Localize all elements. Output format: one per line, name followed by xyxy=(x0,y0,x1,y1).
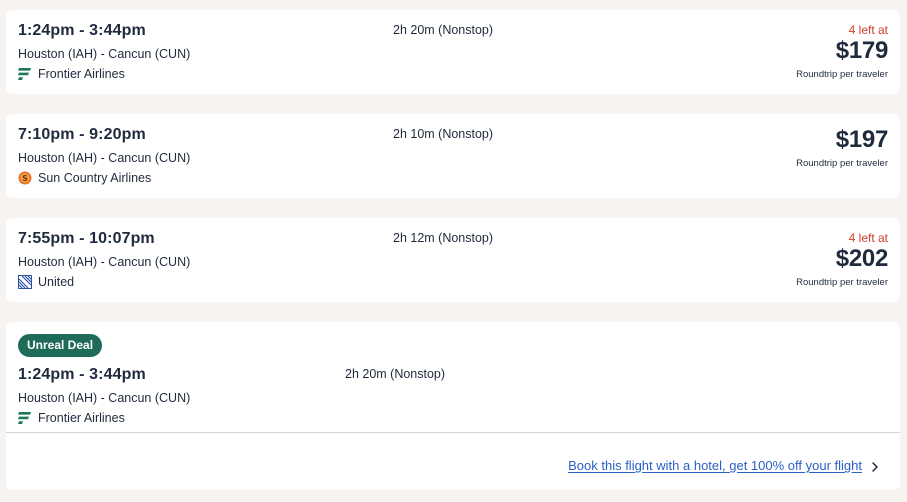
flight-card-4[interactable]: Unreal Deal 1:24pm - 3:44pm Houston (IAH… xyxy=(6,322,900,490)
frontier-logo-icon xyxy=(18,411,32,425)
sun-country-logo-icon: S xyxy=(18,171,32,185)
seats-left-notice: 4 left at xyxy=(848,231,888,245)
airline-name: Frontier Airlines xyxy=(38,411,125,425)
airline-info: S Sun Country Airlines xyxy=(18,171,151,185)
deal-badge: Unreal Deal xyxy=(18,334,103,357)
flight-price: $179 xyxy=(835,37,889,64)
flight-route: Houston (IAH) - Cancun (CUN) xyxy=(18,255,191,269)
frontier-logo-icon xyxy=(18,67,32,81)
airline-info: Frontier Airlines xyxy=(18,411,125,425)
airline-info: United xyxy=(18,275,74,289)
flight-duration: 2h 20m (Nonstop) xyxy=(345,367,446,381)
airline-name: Sun Country Airlines xyxy=(38,171,152,185)
flight-duration: 2h 12m (Nonstop) xyxy=(393,231,494,245)
flight-price: $197 xyxy=(835,126,889,153)
flight-route: Houston (IAH) - Cancun (CUN) xyxy=(18,47,191,61)
price-note: Roundtrip per traveler xyxy=(796,158,888,169)
united-logo-icon xyxy=(18,275,32,289)
flight-time-range: 1:24pm - 3:44pm xyxy=(18,366,146,383)
flight-duration: 2h 20m (Nonstop) xyxy=(393,23,494,37)
flight-time-range: 7:10pm - 9:20pm xyxy=(18,126,146,143)
flight-card-1[interactable]: 1:24pm - 3:44pm Houston (IAH) - Cancun (… xyxy=(6,10,900,94)
flight-duration: 2h 10m (Nonstop) xyxy=(393,127,494,141)
svg-text:S: S xyxy=(22,174,28,183)
price-note: Roundtrip per traveler xyxy=(796,69,888,80)
flight-card-3[interactable]: 7:55pm - 10:07pm Houston (IAH) - Cancun … xyxy=(6,218,900,302)
flight-time-range: 1:24pm - 3:44pm xyxy=(18,22,146,39)
seats-left-notice: 4 left at xyxy=(848,23,888,37)
flight-route: Houston (IAH) - Cancun (CUN) xyxy=(18,391,191,405)
flight-route: Houston (IAH) - Cancun (CUN) xyxy=(18,151,191,165)
price-note: Roundtrip per traveler xyxy=(796,277,888,288)
flight-price: $202 xyxy=(835,245,889,272)
card-divider xyxy=(6,432,900,433)
airline-name: United xyxy=(38,275,75,289)
airline-name: Frontier Airlines xyxy=(38,67,125,81)
airline-info: Frontier Airlines xyxy=(18,67,125,81)
chevron-right-icon[interactable] xyxy=(870,460,880,472)
flight-time-range: 7:55pm - 10:07pm xyxy=(18,230,155,247)
flight-card-2[interactable]: 7:10pm - 9:20pm Houston (IAH) - Cancun (… xyxy=(6,114,900,198)
hotel-bundle-link[interactable]: Book this flight with a hotel, get 100% … xyxy=(568,458,862,473)
